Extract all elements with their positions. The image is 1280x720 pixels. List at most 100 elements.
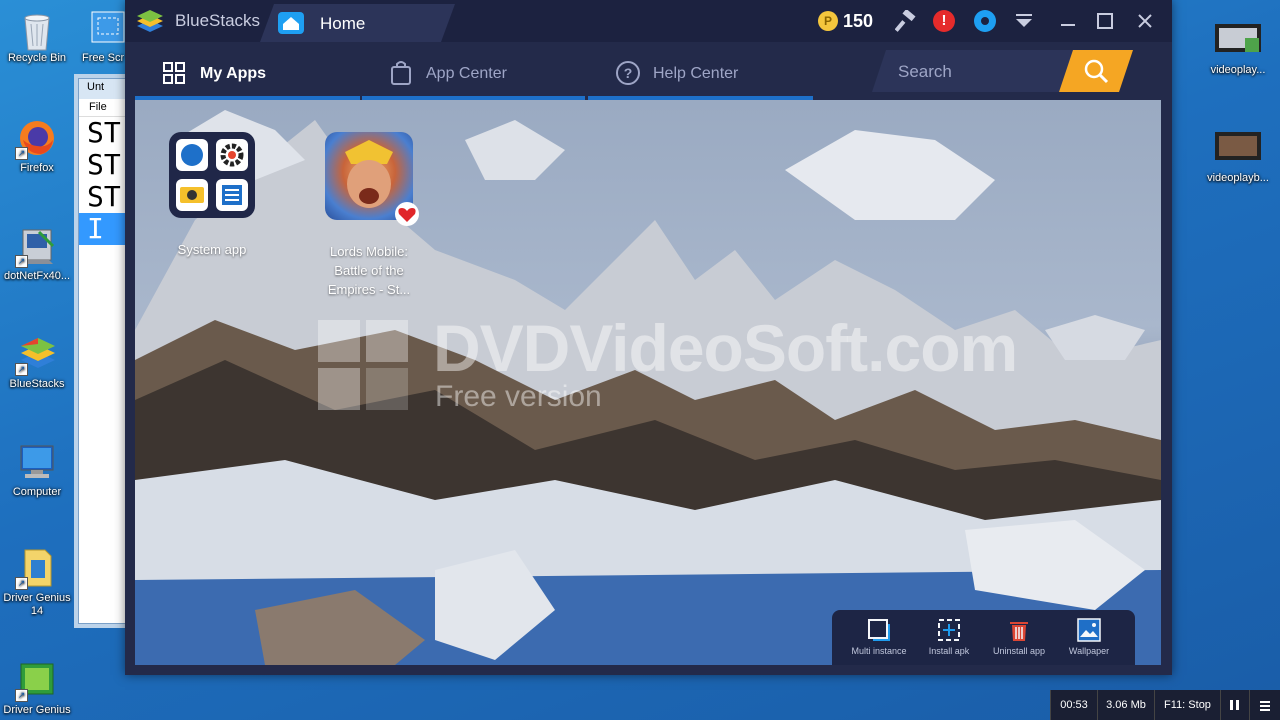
tool-label: Wallpaper xyxy=(1068,646,1110,656)
recorder-stop-hint[interactable]: F11: Stop xyxy=(1154,690,1220,720)
desktop-icon-label: Recycle Bin xyxy=(7,52,67,64)
coin-count[interactable]: 150 xyxy=(843,11,873,32)
pause-button[interactable] xyxy=(1220,690,1249,720)
minimize-button[interactable] xyxy=(1055,8,1081,34)
uninstall-app-button[interactable]: Uninstall app xyxy=(984,610,1054,665)
tab-home[interactable]: Home xyxy=(260,4,455,42)
profile-icon[interactable] xyxy=(974,10,996,32)
dropdown-menu-icon[interactable] xyxy=(1013,10,1035,32)
multi-instance-icon xyxy=(867,618,891,642)
tab-app-center[interactable]: App Center xyxy=(362,42,585,100)
search-icon xyxy=(1083,58,1109,84)
home-icon xyxy=(278,12,304,34)
lords-mobile-icon xyxy=(325,132,419,226)
desktop-icon-recycle-bin[interactable]: Recycle Bin xyxy=(0,8,74,65)
multi-instance-button[interactable]: Multi instance xyxy=(844,610,914,665)
bottom-toolbar: Multi instance Install apk Uninstall app… xyxy=(832,610,1135,665)
desktop-icon-label: Driver Genius xyxy=(3,704,71,716)
app-name: BlueStacks xyxy=(175,11,261,30)
grid-icon xyxy=(163,62,185,84)
recorder-size: 3.06 Mb xyxy=(1097,690,1154,720)
pause-icon xyxy=(1230,700,1239,711)
desktop-icon-label: videoplayb... xyxy=(1207,172,1269,184)
watermark-logo-icon xyxy=(318,320,408,410)
tab-home-label: Home xyxy=(320,14,366,33)
notepad-line: ST xyxy=(87,180,121,213)
desktop-icon-dotnetfx[interactable]: ↗ dotNetFx40... xyxy=(0,226,74,283)
bluestacks-logo-icon xyxy=(135,9,165,33)
driver-genius-icon: ↗ xyxy=(15,660,57,702)
camera-icon xyxy=(176,179,208,211)
tab-help-center-label: Help Center xyxy=(653,65,739,82)
search-input[interactable] xyxy=(896,60,1060,84)
tool-label: Install apk xyxy=(928,646,970,656)
app-label: System app xyxy=(177,242,247,257)
notepad-title: Unt xyxy=(79,79,131,99)
menu-button[interactable] xyxy=(1249,690,1280,720)
menu-icon xyxy=(1260,701,1270,712)
desktop-icon-computer[interactable]: Computer xyxy=(0,442,74,499)
desktop-icon-video-1[interactable]: videoplay... xyxy=(1200,20,1276,77)
computer-icon xyxy=(17,442,57,482)
watermark-title: DVDVideoSoft.com xyxy=(433,311,1018,385)
system-app-icon xyxy=(169,132,255,218)
desktop-icon-driver-genius-14[interactable]: ↗ Driver Genius 14 xyxy=(0,548,74,618)
notepad-window[interactable]: Unt File ST ST ST I xyxy=(78,78,132,624)
desktop-icon-label: BlueStacks xyxy=(9,378,65,390)
settings-icon xyxy=(216,139,248,171)
help-icon: ? xyxy=(616,61,640,85)
screen-recorder-icon xyxy=(88,8,128,48)
desktop-icon-driver-genius[interactable]: ↗ Driver Genius xyxy=(0,660,74,717)
watermark-subtitle: Free version xyxy=(435,380,602,413)
shortcut-arrow-icon: ↗ xyxy=(15,255,28,268)
shopping-bag-icon xyxy=(391,61,411,85)
hammer-icon[interactable] xyxy=(894,8,917,32)
installer-icon: ↗ xyxy=(15,226,57,268)
desktop-icon-label: Firefox xyxy=(20,162,54,174)
shortcut-arrow-icon: ↗ xyxy=(15,147,28,160)
file-manager-icon xyxy=(216,179,248,211)
favorite-heart-icon xyxy=(395,202,419,226)
home-screen: System app Lords Mobile: Battle of the E… xyxy=(135,100,1161,665)
desktop-icon-label: videoplay... xyxy=(1210,64,1266,76)
video-file-icon xyxy=(1215,20,1261,60)
close-button[interactable] xyxy=(1132,8,1158,34)
firefox-icon: ↗ xyxy=(15,118,57,160)
shortcut-arrow-icon: ↗ xyxy=(15,689,28,702)
image-icon xyxy=(1077,618,1101,642)
shortcut-arrow-icon: ↗ xyxy=(15,577,28,590)
notepad-menu-file[interactable]: File xyxy=(79,99,131,117)
desktop-icon-label: Computer xyxy=(12,486,62,498)
title-bar: BlueStacks Home P 150 ! xyxy=(125,0,1172,42)
bluestacks-window: BlueStacks Home P 150 ! My Apps App Cent… xyxy=(125,0,1172,675)
tab-my-apps-label: My Apps xyxy=(200,65,267,82)
recorder-time: 00:53 xyxy=(1050,690,1097,720)
desktop-icon-video-2[interactable]: videoplayb... xyxy=(1200,128,1276,185)
desktop-icon-firefox[interactable]: ↗ Firefox xyxy=(0,118,74,175)
tab-my-apps[interactable]: My Apps xyxy=(135,42,360,100)
shortcut-arrow-icon: ↗ xyxy=(15,363,28,376)
notepad-line: ST xyxy=(87,116,121,149)
app-label: Lords Mobile: Battle of the Empires - St… xyxy=(327,244,411,297)
desktop-icon-bluestacks[interactable]: ↗ BlueStacks xyxy=(0,334,74,391)
recycle-bin-icon xyxy=(17,8,57,51)
coin-icon: P xyxy=(818,11,838,31)
app-lords-mobile[interactable]: Lords Mobile: Battle of the Empires - St… xyxy=(304,132,434,299)
app-system[interactable]: System app xyxy=(147,132,277,259)
maximize-button[interactable] xyxy=(1092,8,1118,34)
desktop-icon-label: dotNetFx40... xyxy=(3,270,71,282)
install-apk-button[interactable]: Install apk xyxy=(914,610,984,665)
alert-icon[interactable]: ! xyxy=(933,10,955,32)
folder-icon: ↗ xyxy=(15,548,57,590)
notepad-line: ST xyxy=(87,148,121,181)
wallpaper-button[interactable]: Wallpaper xyxy=(1054,610,1124,665)
browser-icon xyxy=(176,139,208,171)
desktop-icon-label: Driver Genius 14 xyxy=(3,592,71,617)
main-nav: My Apps App Center ? Help Center xyxy=(125,42,1172,100)
install-apk-icon xyxy=(937,618,961,642)
tool-label: Multi instance xyxy=(851,646,907,656)
trash-icon xyxy=(1007,618,1031,642)
bluestacks-icon: ↗ xyxy=(15,334,57,376)
tab-help-center[interactable]: ? Help Center xyxy=(588,42,813,100)
tab-app-center-label: App Center xyxy=(426,65,507,82)
